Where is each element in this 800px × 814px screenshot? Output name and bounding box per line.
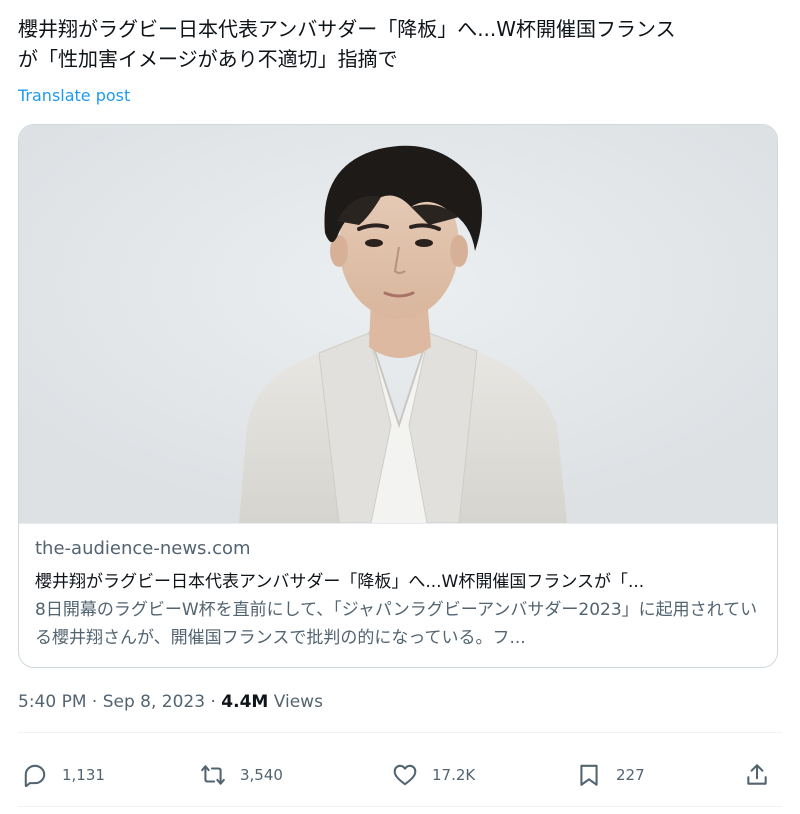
card-domain: the-audience-news.com: [35, 538, 251, 559]
like-icon: [393, 764, 417, 786]
divider: [18, 732, 782, 733]
share-icon: [747, 764, 767, 785]
repost-icon: [201, 765, 225, 785]
views-label: Views: [268, 692, 323, 712]
card-body[interactable]: the-audience-news.com 櫻井翔がラグビー日本代表アンバサダー…: [19, 523, 777, 667]
card-title: 櫻井翔がラグビー日本代表アンバサダー「降板」へ...W杯開催国フランスが「...: [35, 572, 645, 592]
reply-button[interactable]: 1,131: [22, 758, 105, 792]
meta-separator: ·: [205, 692, 222, 712]
like-count: 17.2K: [432, 766, 476, 784]
card-description: 8日開幕のラグビーW杯を直前にして、「ジャパンラグビーアンバサダー2023」に起…: [35, 600, 758, 648]
bookmark-button[interactable]: 227: [576, 758, 645, 792]
tweet-text: 櫻井翔がラグビー日本代表アンバサダー「降板」へ...W杯開催国フランス が「性加…: [18, 14, 788, 74]
tweet-text-line-1: 櫻井翔がラグビー日本代表アンバサダー「降板」へ...W杯開催国フランス: [18, 17, 676, 41]
bookmark-icon: [580, 764, 598, 786]
meta-separator: ·: [86, 692, 103, 712]
action-bar: 1,131 3,540 17.2K 227: [0, 758, 800, 792]
bookmark-count: 227: [616, 766, 645, 784]
reply-count: 1,131: [62, 766, 105, 784]
person-portrait-image: [19, 125, 777, 523]
share-button[interactable]: [744, 758, 770, 792]
link-preview-card[interactable]: the-audience-news.com 櫻井翔がラグビー日本代表アンバサダー…: [18, 124, 778, 668]
translate-post-link[interactable]: Translate post: [18, 86, 130, 105]
tweet-meta: 5:40 PM · Sep 8, 2023 · 4.4M Views: [18, 692, 323, 712]
like-button[interactable]: 17.2K: [392, 758, 475, 792]
repost-button[interactable]: 3,540: [200, 758, 283, 792]
card-image[interactable]: [19, 125, 777, 523]
views-count: 4.4M: [221, 692, 269, 712]
tweet-text-line-2: が「性加害イメージがあり不適切」指摘で: [18, 47, 398, 71]
repost-count: 3,540: [240, 766, 283, 784]
divider: [18, 806, 782, 807]
post-date[interactable]: Sep 8, 2023: [103, 692, 205, 712]
reply-icon: [24, 764, 46, 788]
post-time[interactable]: 5:40 PM: [18, 692, 87, 712]
